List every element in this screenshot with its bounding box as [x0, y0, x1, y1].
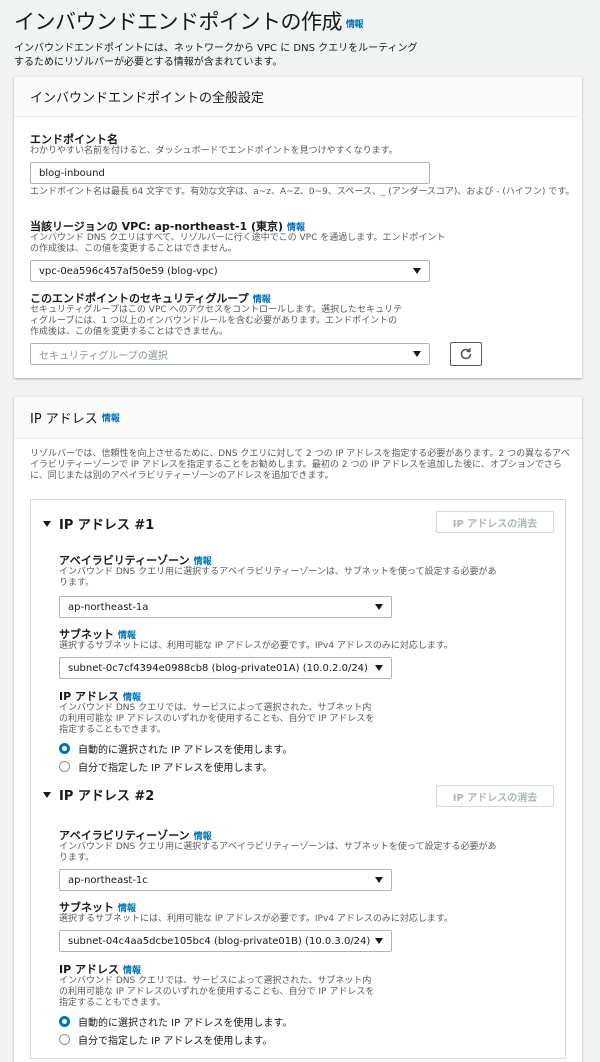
- ip-address-2-remove-button[interactable]: IP アドレスの消去: [436, 785, 554, 807]
- ip-address-2-manual-label: 自分で指定した IP アドレスを使用します。: [78, 1036, 273, 1047]
- ip-address-description: リゾルバーでは、信頼性を向上させるために、DNS クエリに対して 2 つの IP…: [30, 449, 570, 481]
- ip-address-2-subnet-label: サブネット: [59, 901, 114, 914]
- ip-address-2-az-label: アベイラビリティーゾーン: [59, 829, 190, 842]
- chevron-down-icon: [413, 268, 421, 274]
- ip-address-1-auto-label: 自動的に選択された IP アドレスを使用します。: [78, 745, 293, 756]
- security-group-placeholder: セキュリティグループの選択: [39, 350, 168, 362]
- refresh-button[interactable]: [450, 342, 482, 366]
- chevron-down-icon: [413, 351, 421, 357]
- page-title: インバウンドエンドポイントの作成 情報: [14, 6, 364, 36]
- ip-address-1-manual-radio[interactable]: 自分で指定した IP アドレスを使用します。: [59, 759, 272, 774]
- ip-address-2-ip-label: IP アドレス: [59, 963, 119, 976]
- radio-unselected-icon: [59, 1034, 70, 1045]
- endpoint-name-value: blog-inbound: [39, 167, 105, 179]
- ip-address-1-subnet-value: subnet-0c7cf4394e0988cb8 (blog-private01…: [68, 662, 368, 674]
- page-description: インバウンドエンドポイントには、ネットワークから VPC に DNS クエリをル…: [14, 43, 418, 68]
- ip-address-info-link[interactable]: 情報: [102, 411, 120, 424]
- ip-address-2-toggle[interactable]: IP アドレス #2: [43, 785, 154, 804]
- ip-address-2-auto-label: 自動的に選択された IP アドレスを使用します。: [78, 1018, 293, 1029]
- refresh-icon: [460, 348, 472, 360]
- ip-address-2-subnet-value: subnet-04c4aa5dcbe105bc4 (blog-private01…: [68, 935, 371, 947]
- ip-address-2-subnet-select[interactable]: subnet-04c4aa5dcbe105bc4 (blog-private01…: [59, 930, 392, 952]
- ip-address-1-subnet-info-link[interactable]: 情報: [118, 631, 136, 641]
- vpc-select[interactable]: vpc-0ea596c457af50e59 (blog-vpc): [30, 260, 430, 282]
- ip-address-2-title: IP アドレス #2: [59, 789, 155, 804]
- title-info-link[interactable]: 情報: [346, 20, 364, 30]
- ip-address-1-az-select[interactable]: ap-northeast-1a: [59, 596, 392, 618]
- ip-address-1-subnet-select[interactable]: subnet-0c7cf4394e0988cb8 (blog-private01…: [59, 657, 392, 679]
- ip-address-2-az-description: インバウンド DNS クエリ用に選択するアベイラビリティーゾーンは、サブネットを…: [59, 842, 497, 863]
- ip-address-2-auto-radio[interactable]: 自動的に選択された IP アドレスを使用します。: [59, 1014, 292, 1029]
- ip-address-1-subnet-label-row: サブネット 情報: [59, 626, 136, 642]
- endpoint-name-label: エンドポイント名: [30, 133, 118, 146]
- ip-address-1-az-label: アベイラビリティーゾーン: [59, 554, 190, 567]
- ip-address-1-az-value: ap-northeast-1a: [68, 601, 149, 613]
- ip-address-title: IP アドレス: [30, 412, 98, 427]
- ip-address-1-auto-radio[interactable]: 自動的に選択された IP アドレスを使用します。: [59, 741, 292, 756]
- ip-address-1-ip-label: IP アドレス: [59, 690, 119, 703]
- ip-address-1-manual-label: 自分で指定した IP アドレスを使用します。: [78, 763, 273, 774]
- ip-address-header: IP アドレス 情報: [14, 397, 582, 439]
- chevron-down-icon: [375, 604, 383, 610]
- caret-down-icon: [43, 791, 51, 798]
- ip-address-1-az-description: インバウンド DNS クエリ用に選択するアベイラビリティーゾーンは、サブネットを…: [59, 567, 497, 588]
- security-group-select[interactable]: セキュリティグループの選択: [30, 343, 430, 365]
- ip-address-1-subnet-description: 選択するサブネットには、利用可能な IP アドレスが必要です。IPv4 アドレス…: [59, 641, 454, 651]
- chevron-down-icon: [375, 938, 383, 944]
- security-group-label-row: このエンドポイントのセキュリティグループ 情報: [30, 290, 271, 306]
- radio-unselected-icon: [59, 761, 70, 772]
- radio-selected-icon: [59, 743, 70, 754]
- ip-address-2-az-info-link[interactable]: 情報: [194, 832, 212, 842]
- ip-address-2-subnet-info-link[interactable]: 情報: [118, 904, 136, 914]
- general-settings-panel: インバウンドエンドポイントの全般設定 エンドポイント名 わかりやすい名前を付ける…: [14, 76, 582, 378]
- ip-address-1-toggle[interactable]: IP アドレス #1: [43, 514, 154, 533]
- ip-address-2-ip-info-link[interactable]: 情報: [123, 966, 141, 976]
- ip-address-2-az-label-row: アベイラビリティーゾーン 情報: [59, 827, 212, 843]
- general-settings-header: インバウンドエンドポイントの全般設定: [14, 77, 582, 117]
- vpc-label-row: 当該リージョンの VPC: ap-northeast-1 (東京) 情報: [30, 218, 305, 234]
- caret-down-icon: [43, 520, 51, 527]
- ip-address-1-ip-description: インバウンド DNS クエリでは、サービスによって選択された、サブネット内の利用…: [59, 703, 375, 735]
- endpoint-name-input[interactable]: blog-inbound: [30, 162, 430, 184]
- ip-address-2-az-select[interactable]: ap-northeast-1c: [59, 869, 392, 891]
- ip-address-1-ip-label-row: IP アドレス 情報: [59, 688, 141, 704]
- chevron-down-icon: [375, 665, 383, 671]
- security-group-info-link[interactable]: 情報: [253, 295, 271, 305]
- ip-address-2-ip-description: インバウンド DNS クエリでは、サービスによって選択された、サブネット内の利用…: [59, 976, 375, 1008]
- general-settings-title: インバウンドエンドポイントの全般設定: [30, 91, 265, 106]
- vpc-info-link[interactable]: 情報: [287, 223, 305, 233]
- vpc-label: 当該リージョンの VPC: ap-northeast-1 (東京): [30, 220, 284, 233]
- ip-address-2-subnet-description: 選択するサブネットには、利用可能な IP アドレスが必要です。IPv4 アドレス…: [59, 914, 454, 924]
- endpoint-name-description: わかりやすい名前を付けると、ダッシュボードでエンドポイントを見つけやすくなります…: [30, 146, 398, 156]
- ip-address-1-az-info-link[interactable]: 情報: [194, 557, 212, 567]
- vpc-description: インバウンド DNS クエリはすべて、リゾルバーに行く途中でこの VPC を通過…: [30, 233, 446, 254]
- ip-address-1-subnet-label: サブネット: [59, 628, 114, 641]
- radio-selected-icon: [59, 1016, 70, 1027]
- ip-address-2-manual-radio[interactable]: 自分で指定した IP アドレスを使用します。: [59, 1032, 272, 1047]
- ip-address-list: IP アドレス #1 IP アドレスの消去 アベイラビリティーゾーン 情報 インバ…: [30, 499, 566, 1059]
- ip-address-1-remove-button[interactable]: IP アドレスの消去: [436, 511, 554, 533]
- page-title-text: インバウンドエンドポイントの作成: [14, 10, 343, 34]
- ip-address-1-az-label-row: アベイラビリティーゾーン 情報: [59, 552, 212, 568]
- ip-address-2-ip-label-row: IP アドレス 情報: [59, 961, 141, 977]
- vpc-select-value: vpc-0ea596c457af50e59 (blog-vpc): [39, 265, 218, 277]
- ip-address-panel: IP アドレス 情報 リゾルバーでは、信頼性を向上させるために、DNS クエリに対…: [14, 396, 582, 1062]
- ip-address-2-az-value: ap-northeast-1c: [68, 874, 148, 886]
- ip-address-1-title: IP アドレス #1: [59, 518, 155, 533]
- chevron-down-icon: [375, 877, 383, 883]
- ip-address-1-ip-info-link[interactable]: 情報: [123, 693, 141, 703]
- security-group-label: このエンドポイントのセキュリティグループ: [30, 292, 249, 305]
- endpoint-name-constraint: エンドポイント名は最長 64 文字です。有効な文字は、a~z、A~Z、0~9、ス…: [30, 187, 575, 197]
- security-group-description: セキュリティグループはこの VPC へのアクセスをコントロールします。選択したセ…: [30, 305, 403, 337]
- ip-address-2-subnet-label-row: サブネット 情報: [59, 899, 136, 915]
